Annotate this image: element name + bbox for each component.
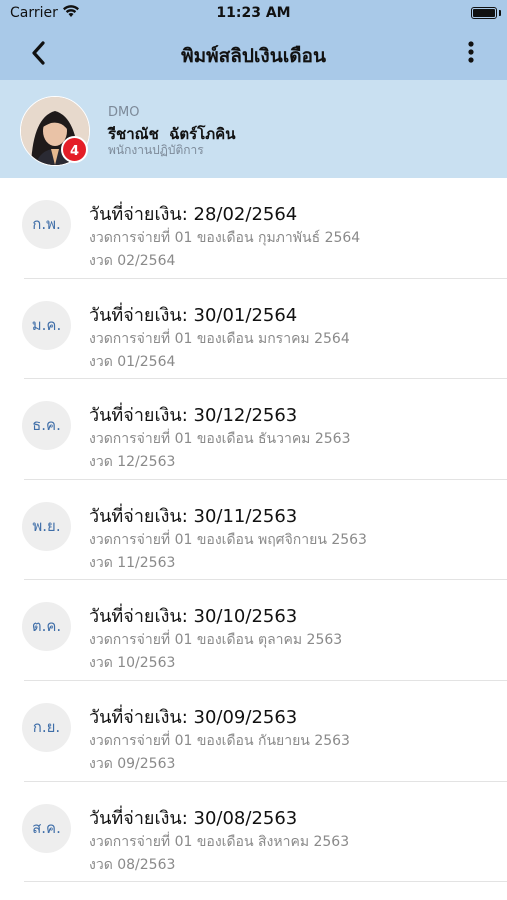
pay-period: งวด 10/2563 <box>89 655 176 672</box>
pay-description: งวดการจ่ายที่ 01 ของเดือน มกราคม 2564 <box>89 330 350 347</box>
divider <box>24 881 507 883</box>
month-badge: ก.ย. <box>22 702 71 752</box>
pay-period: งวด 08/2563 <box>89 856 176 873</box>
payslip-list: ก.พ. วันที่จ่ายเงิน: 28/02/2564 งวดการจ่… <box>0 178 507 900</box>
pay-period: งวด 11/2563 <box>89 554 176 571</box>
pay-description: งวดการจ่ายที่ 01 ของเดือน ตุลาคม 2563 <box>89 632 343 649</box>
pay-date: วันที่จ่ายเงิน: 30/11/2563 <box>89 505 298 527</box>
month-badge: ต.ค. <box>22 602 71 652</box>
payslip-list-item[interactable]: ต.ค. วันที่จ่ายเงิน: 30/10/2563 งวดการจ่… <box>0 580 507 681</box>
month-badge: ธ.ค. <box>22 401 71 451</box>
status-bar: Carrier 11:23 AM <box>0 0 507 28</box>
payslip-list-item[interactable]: พ.ย. วันที่จ่ายเงิน: 30/11/2563 งวดการจ่… <box>0 480 507 581</box>
pay-description: งวดการจ่ายที่ 01 ของเดือน กุมภาพันธ์ 256… <box>89 230 361 246</box>
payslip-list-item[interactable]: ม.ค. วันที่จ่ายเงิน: 30/01/2564 งวดการจ่… <box>0 279 507 380</box>
pay-description: งวดการจ่ายที่ 01 ของเดือน ธันวาคม 2563 <box>89 431 351 448</box>
status-time: 11:23 AM <box>216 5 291 21</box>
pay-period: งวด 01/2564 <box>89 353 176 370</box>
pay-period: งวด 12/2563 <box>89 454 176 471</box>
pay-description: งวดการจ่ายที่ 01 ของเดือน กันยายน 2563 <box>89 732 350 749</box>
company-label: DMO <box>108 105 140 120</box>
month-badge: ก.พ. <box>22 200 71 249</box>
payslip-list-item[interactable]: ก.พ. วันที่จ่ายเงิน: 28/02/2564 งวดการจ่… <box>0 178 507 279</box>
pay-date: วันที่จ่ายเงิน: 28/02/2564 <box>89 204 298 225</box>
more-vertical-icon[interactable] <box>463 39 479 67</box>
notification-badge: 4 <box>61 136 88 163</box>
pay-period: งวด 09/2563 <box>89 755 176 772</box>
pay-date: วันที่จ่ายเงิน: 30/09/2563 <box>89 706 298 728</box>
pay-date: วันที่จ่ายเงิน: 30/01/2564 <box>89 304 298 326</box>
pay-period: งวด 02/2564 <box>89 253 176 269</box>
pay-date: วันที่จ่ายเงิน: 30/10/2563 <box>89 606 298 628</box>
pay-date: วันที่จ่ายเงิน: 30/08/2563 <box>89 807 298 829</box>
month-badge: ส.ค. <box>22 803 71 853</box>
navigation-bar: พิมพ์สลิปเงินเดือน <box>0 28 507 80</box>
payslip-list-item[interactable]: ก.ย. วันที่จ่ายเงิน: 30/09/2563 งวดการจ่… <box>0 681 507 782</box>
profile-header: 4 DMO รีชาณัช ฉัตร์โภคิน พนักงานปฏิบัติก… <box>0 80 507 178</box>
employee-position: พนักงานปฏิบัติการ <box>108 143 204 157</box>
battery-icon <box>471 7 497 19</box>
pay-description: งวดการจ่ายที่ 01 ของเดือน สิงหาคม 2563 <box>89 833 350 850</box>
payslip-list-item[interactable]: ส.ค. วันที่จ่ายเงิน: 30/08/2563 งวดการจ่… <box>0 782 507 883</box>
pay-description: งวดการจ่ายที่ 01 ของเดือน พฤศจิกายน 2563 <box>89 531 367 548</box>
payslip-list-item[interactable]: ธ.ค. วันที่จ่ายเงิน: 30/12/2563 งวดการจ่… <box>0 379 507 480</box>
pay-date: วันที่จ่ายเงิน: 30/12/2563 <box>89 405 298 427</box>
month-badge: พ.ย. <box>22 501 71 551</box>
page-title: พิมพ์สลิปเงินเดือน <box>181 45 326 67</box>
battery-tip-icon <box>499 10 501 16</box>
month-badge: ม.ค. <box>22 300 71 350</box>
